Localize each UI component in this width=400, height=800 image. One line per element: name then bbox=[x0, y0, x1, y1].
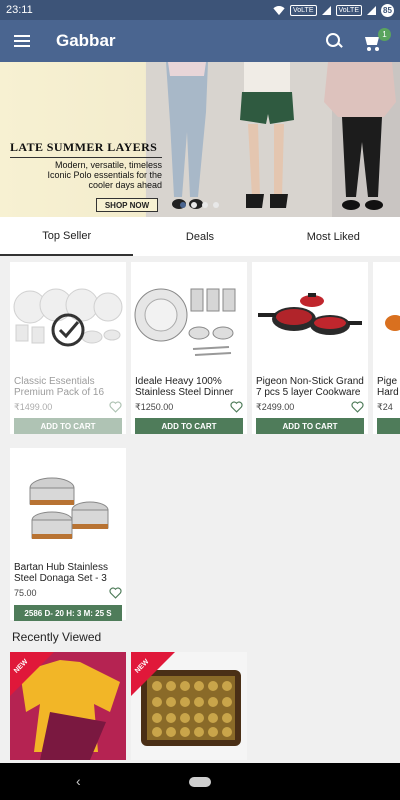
add-to-cart-button[interactable]: ADD TO CART bbox=[256, 418, 364, 434]
product-price: ₹1250.00 bbox=[135, 401, 174, 412]
hamburger-menu-icon[interactable] bbox=[0, 20, 44, 62]
add-to-cart-button[interactable]: ADD TO CART bbox=[14, 418, 122, 434]
tab-deals[interactable]: Deals bbox=[133, 218, 266, 256]
recently-viewed-item[interactable]: NEW bbox=[10, 652, 126, 760]
volte-badge: VoLTE bbox=[290, 4, 317, 16]
product-price-row: ₹2499.00 bbox=[252, 400, 368, 414]
banner-divider bbox=[10, 157, 162, 158]
carousel-dot[interactable] bbox=[213, 202, 219, 208]
product-grid: Classic Essentials Premium Pack of 16 ₹1… bbox=[0, 256, 400, 763]
product-card[interactable]: Ideale Heavy 100% Stainless Steel Dinner… bbox=[131, 262, 247, 434]
selected-check-icon bbox=[51, 313, 85, 347]
signal-icon bbox=[367, 5, 376, 15]
system-navigation-bar: ‹ bbox=[0, 763, 400, 800]
volte-badge: VoLTE bbox=[335, 4, 362, 16]
search-icon[interactable] bbox=[314, 20, 354, 62]
banner-title: LATE SUMMER LAYERS bbox=[10, 140, 158, 154]
product-name: Classic Essentials Premium Pack of 16 bbox=[14, 376, 105, 398]
product-card[interactable]: Bartan Hub Stainless Steel Donaga Set - … bbox=[10, 448, 126, 621]
wishlist-heart-icon[interactable] bbox=[351, 401, 364, 413]
banner-models-image bbox=[146, 62, 400, 217]
recently-viewed-item[interactable]: NEW bbox=[131, 652, 247, 760]
product-card[interactable]: Pigeon Non-Stick Grand 7 pcs 5 layer Coo… bbox=[252, 262, 368, 434]
product-name: Bartan Hub Stainless Steel Donaga Set - … bbox=[14, 562, 108, 584]
carousel-dot[interactable] bbox=[202, 202, 208, 208]
product-image bbox=[373, 262, 400, 372]
home-pill-icon[interactable] bbox=[189, 776, 211, 787]
product-card[interactable]: Pige Hard ₹24 bbox=[373, 262, 400, 434]
banner-subtitle-line1: Modern, versatile, timeless bbox=[54, 160, 162, 170]
shop-now-button[interactable]: SHOP NOW bbox=[96, 198, 158, 212]
cart-icon[interactable]: 1 bbox=[354, 20, 394, 62]
product-price: ₹24 bbox=[377, 401, 393, 412]
wifi-icon bbox=[273, 6, 285, 15]
wishlist-heart-icon[interactable] bbox=[230, 401, 243, 413]
product-price: ₹2499.00 bbox=[256, 401, 295, 412]
app-bar: Gabbar 1 bbox=[0, 20, 400, 62]
status-icons: VoLTE VoLTE 85 bbox=[273, 3, 394, 17]
wishlist-heart-icon[interactable] bbox=[109, 401, 122, 413]
product-image bbox=[252, 262, 368, 372]
promo-banner[interactable]: LATE SUMMER LAYERS Modern, versatile, ti… bbox=[0, 62, 400, 217]
signal-icon bbox=[321, 5, 331, 15]
product-name: Ideale Heavy 100% Stainless Steel Dinner… bbox=[135, 376, 234, 398]
product-price: 75.00 bbox=[14, 588, 37, 598]
product-price-row: 75.00 bbox=[10, 586, 126, 600]
product-image bbox=[10, 448, 126, 560]
product-price-row: ₹1250.00 bbox=[131, 400, 247, 414]
tab-top-seller[interactable]: Top Seller bbox=[0, 218, 134, 256]
status-time: 23:11 bbox=[6, 4, 33, 16]
back-icon[interactable]: ‹ bbox=[76, 773, 81, 789]
product-price-row: ₹24 bbox=[373, 400, 400, 414]
app-title: Gabbar bbox=[56, 31, 116, 50]
deal-countdown-timer: 2586 D- 20 H: 3 M: 25 S bbox=[14, 605, 122, 621]
battery-icon: 85 bbox=[381, 3, 394, 17]
tab-most-liked[interactable]: Most Liked bbox=[267, 218, 400, 256]
add-to-cart-button[interactable]: ADD TO CART bbox=[135, 418, 243, 434]
banner-subtitle-line3: cooler days ahead bbox=[88, 180, 162, 190]
banner-text-block: LATE SUMMER LAYERS Modern, versatile, ti… bbox=[10, 140, 162, 212]
recently-viewed-heading: Recently Viewed bbox=[12, 630, 102, 644]
status-bar: 23:11 VoLTE VoLTE 85 bbox=[0, 0, 400, 20]
carousel-dot[interactable] bbox=[180, 202, 186, 208]
add-to-cart-button[interactable] bbox=[377, 418, 400, 434]
wishlist-heart-icon[interactable] bbox=[109, 587, 122, 599]
product-name: Pige Hard bbox=[377, 376, 399, 398]
product-price-row: ₹1499.00 bbox=[10, 400, 126, 414]
carousel-indicator bbox=[180, 202, 219, 208]
carousel-dot[interactable] bbox=[191, 202, 197, 208]
banner-subtitle-line2: Iconic Polo essentials for the bbox=[47, 170, 162, 180]
product-price: ₹1499.00 bbox=[14, 401, 53, 412]
cart-count-badge: 1 bbox=[378, 28, 391, 41]
product-tabs: Top Seller Deals Most Liked bbox=[0, 218, 400, 256]
product-card[interactable]: Classic Essentials Premium Pack of 16 ₹1… bbox=[10, 262, 126, 434]
product-image bbox=[131, 262, 247, 372]
product-name: Pigeon Non-Stick Grand 7 pcs 5 layer Coo… bbox=[256, 376, 364, 398]
